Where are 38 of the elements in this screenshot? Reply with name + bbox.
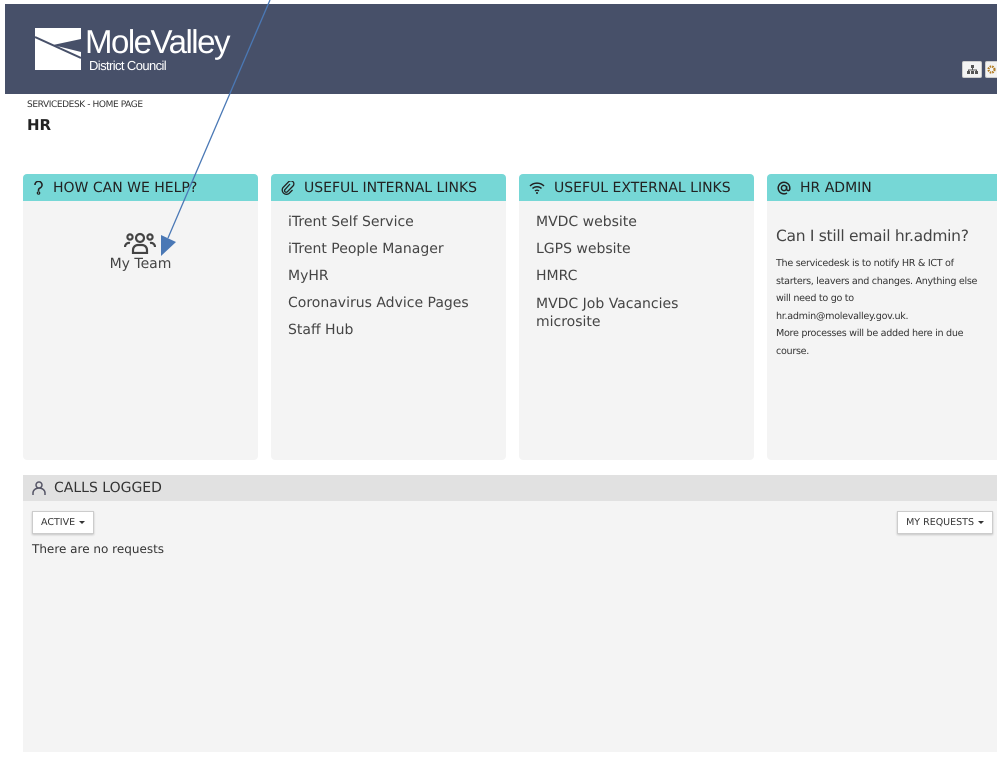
question-icon <box>33 180 44 194</box>
panel-title: CALLS LOGGED <box>54 480 162 496</box>
info-heading: Can I still email hr.admin? <box>776 227 969 245</box>
logo-subtitle: District Council <box>89 58 166 72</box>
hierarchy-icon <box>966 65 978 74</box>
team-icon <box>124 232 156 254</box>
logo-name: MoleValley <box>85 26 229 58</box>
link[interactable]: MVDC Job Vacancies microsite <box>536 295 696 331</box>
link[interactable]: MyHR <box>288 263 329 290</box>
filter-dropdown[interactable]: ACTIVE <box>32 511 94 534</box>
scope-dropdown[interactable]: MY REQUESTS <box>897 511 993 534</box>
link[interactable]: iTrent Self Service <box>288 209 414 236</box>
wifi-icon <box>529 181 545 194</box>
empty-message: There are no requests <box>31 541 166 558</box>
info-paragraph: More processes will be added here in due course. <box>776 327 964 358</box>
hierarchy-button[interactable] <box>962 61 982 78</box>
caret-icon <box>978 521 984 524</box>
card-title: HR ADMIN <box>800 180 872 196</box>
info-paragraph: The servicedesk is to notify HR & ICT of starters, leavers and changes. Anything else will need to go to hr.admin@molevalley.gov.uk. <box>776 257 978 324</box>
page-title: HR <box>27 116 52 134</box>
link[interactable]: Staff Hub <box>288 317 354 344</box>
tile-button[interactable]: My Team <box>104 231 178 273</box>
link[interactable]: Coronavirus Advice Pages <box>288 290 469 317</box>
settings-icon <box>987 65 996 74</box>
at-sign-icon <box>777 180 791 194</box>
paperclip-icon <box>281 180 295 194</box>
link[interactable]: LGPS website <box>536 236 631 263</box>
link[interactable]: HMRC <box>536 263 578 290</box>
caret-icon <box>79 521 86 524</box>
card-title: HOW CAN WE HELP? <box>53 180 198 196</box>
person-icon <box>32 481 46 495</box>
link[interactable]: iTrent People Manager <box>288 236 444 263</box>
card-title: USEFUL EXTERNAL LINKS <box>554 180 731 196</box>
card-title: USEFUL INTERNAL LINKS <box>304 180 478 196</box>
logo-icon <box>35 28 81 70</box>
settings-button[interactable] <box>985 61 997 78</box>
breadcrumb: SERVICEDESK - HOME PAGE <box>27 100 144 110</box>
link[interactable]: MVDC website <box>536 209 637 236</box>
